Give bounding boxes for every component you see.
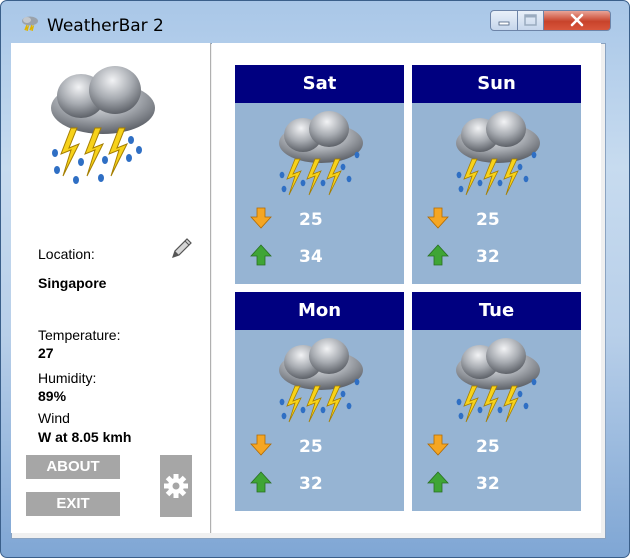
forecast-card: Mon 25 32 [235, 292, 404, 511]
forecast-low-temp: 25 [476, 210, 500, 230]
low-temp-arrow-down-icon [427, 434, 449, 456]
forecast-day: Tue [412, 292, 581, 330]
forecast-day: Sat [235, 65, 404, 103]
forecast-card: Sun 25 32 [412, 65, 581, 284]
humidity-value: 89% [38, 388, 67, 404]
wind-label: Wind [38, 410, 70, 426]
forecast-high-temp: 32 [299, 474, 323, 494]
forecast-card: Tue 25 32 [412, 292, 581, 511]
temperature-value: 27 [38, 345, 54, 361]
about-button[interactable]: ABOUT [26, 455, 120, 479]
maximize-button[interactable] [517, 10, 544, 31]
edit-location-pencil-icon[interactable] [167, 235, 195, 263]
forecast-low-temp: 25 [299, 437, 323, 457]
minimize-icon [498, 21, 510, 26]
humidity-label: Humidity: [38, 370, 97, 386]
settings-button[interactable] [160, 455, 192, 517]
high-temp-arrow-up-icon [427, 471, 449, 493]
forecast-low-temp: 25 [299, 210, 323, 230]
window-title: WeatherBar 2 [47, 16, 164, 36]
low-temp-arrow-down-icon [250, 434, 272, 456]
location-value: Singapore [38, 275, 107, 291]
low-temp-arrow-down-icon [427, 207, 449, 229]
forecast-panel: Sat 25 34 Sun 25 32 Mon 25 32 Tue 25 32 [212, 43, 601, 533]
current-condition-icon [51, 66, 155, 184]
high-temp-arrow-up-icon [250, 471, 272, 493]
title-bar[interactable]: WeatherBar 2 [1, 1, 629, 41]
high-temp-arrow-up-icon [427, 244, 449, 266]
location-label: Location: [38, 246, 95, 262]
maximize-icon [524, 14, 537, 26]
exit-button[interactable]: EXIT [26, 492, 120, 516]
forecast-day: Mon [235, 292, 404, 330]
close-button[interactable] [543, 10, 611, 31]
forecast-day: Sun [412, 65, 581, 103]
forecast-thunderstorm-icon [456, 338, 540, 423]
current-conditions-panel: Location: Singapore Temperature: 27 Humi… [11, 43, 211, 533]
wind-value: W at 8.05 kmh [38, 429, 132, 445]
gear-icon [164, 474, 188, 498]
high-temp-arrow-up-icon [250, 244, 272, 266]
forecast-high-temp: 32 [476, 474, 500, 494]
app-storm-icon [22, 16, 38, 31]
forecast-high-temp: 34 [299, 247, 323, 267]
forecast-thunderstorm-icon [279, 111, 363, 196]
forecast-card: Sat 25 34 [235, 65, 404, 284]
forecast-thunderstorm-icon [456, 111, 540, 196]
forecast-high-temp: 32 [476, 247, 500, 267]
forecast-low-temp: 25 [476, 437, 500, 457]
close-icon [570, 13, 584, 27]
temperature-label: Temperature: [38, 327, 121, 343]
forecast-thunderstorm-icon [279, 338, 363, 423]
minimize-button[interactable] [490, 10, 518, 31]
low-temp-arrow-down-icon [250, 207, 272, 229]
